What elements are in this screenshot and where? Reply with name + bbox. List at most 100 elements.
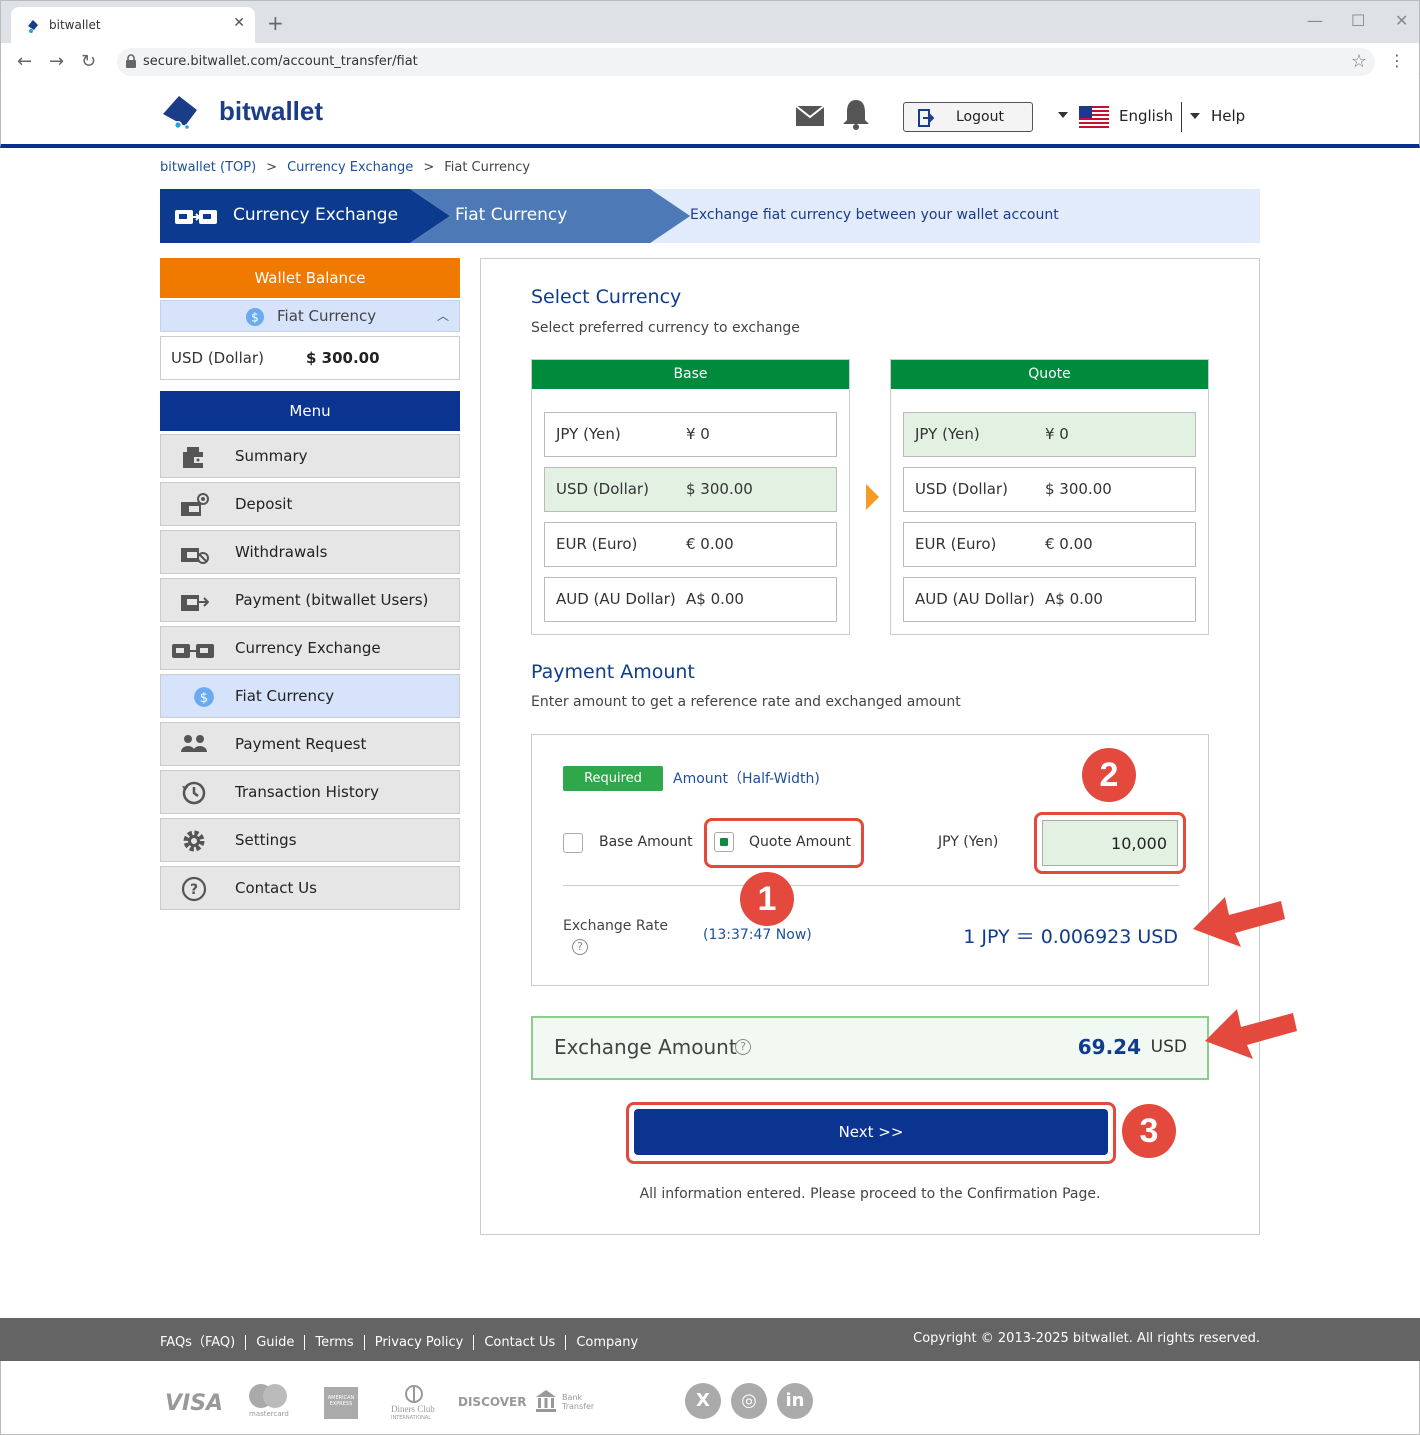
rate-help-icon[interactable]: ? (572, 939, 588, 955)
bitwallet-logo[interactable]: bitwallet (161, 92, 341, 132)
base-row-jpy[interactable]: JPY (Yen) ¥ 0 (544, 412, 837, 457)
chevron-up-icon[interactable]: ︿ (437, 307, 449, 324)
currency-value: € 0.00 (686, 535, 734, 553)
back-icon[interactable]: ← (17, 51, 32, 72)
address-bar[interactable]: secure.bitwallet.com/account_transfer/fi… (117, 48, 1375, 76)
next-button[interactable]: Next >> (634, 1109, 1108, 1155)
help-caret-icon[interactable] (1190, 113, 1200, 119)
browser-tab[interactable]: bitwallet ✕ (11, 7, 255, 43)
breadcrumb-separator: > (266, 160, 278, 175)
instagram-icon[interactable]: ◎ (731, 1383, 767, 1419)
menu-item-contact-us[interactable]: ? Contact Us (160, 866, 460, 910)
footer-link-company[interactable]: Company (566, 1335, 648, 1350)
wallet-balance-row: USD (Dollar) $ 300.00 (160, 336, 460, 380)
base-row-usd[interactable]: USD (Dollar) $ 300.00 (544, 467, 837, 512)
lock-icon (126, 54, 136, 68)
main-panel: Select Currency Select preferred currenc… (480, 258, 1297, 1235)
question-icon: ? (181, 876, 207, 902)
menu-item-withdrawals[interactable]: Withdrawals (160, 530, 460, 574)
base-amount-checkbox[interactable] (563, 833, 583, 853)
payment-methods-bar: VISA mastercard AMERICAN EXPRESS Diners … (0, 1361, 1420, 1435)
browser-menu-icon[interactable]: ⋮ (1389, 51, 1405, 70)
select-currency-subtitle: Select preferred currency to exchange (531, 320, 800, 336)
svg-text:$: $ (251, 311, 259, 325)
reload-icon[interactable]: ↻ (81, 51, 96, 72)
window-close-icon[interactable]: ✕ (1395, 11, 1408, 30)
menu-item-currency-exchange[interactable]: Currency Exchange (160, 626, 460, 670)
menu-item-summary[interactable]: Summary (160, 434, 460, 478)
help-link[interactable]: Help (1211, 107, 1245, 125)
quote-row-aud[interactable]: AUD (AU Dollar) A$ 0.00 (903, 577, 1196, 622)
footer-link-guide[interactable]: Guide (246, 1335, 306, 1350)
footer-link-privacy[interactable]: Privacy Policy (364, 1335, 475, 1350)
maximize-icon[interactable]: ☐ (1351, 11, 1365, 30)
quote-header: Quote (891, 360, 1208, 389)
breadcrumb: bitwallet (TOP) > Currency Exchange > Fiat C… (160, 160, 530, 175)
divider (563, 885, 1179, 886)
footer-link-faq[interactable]: FAQs（FAQ) (160, 1335, 247, 1350)
menu-item-fiat-currency[interactable]: $ Fiat Currency (160, 674, 460, 718)
currency-name: USD (Dollar) (556, 480, 649, 498)
arrow-right-icon (866, 484, 879, 510)
dollar-coin-icon: $ (246, 308, 264, 326)
bank-transfer-logo: Bank Transfer (535, 1389, 605, 1419)
new-tab-icon[interactable]: + (267, 11, 284, 35)
balance-currency: USD (Dollar) (171, 349, 264, 367)
quote-amount-checkbox[interactable] (714, 832, 734, 852)
menu-item-payment-request[interactable]: Payment Request (160, 722, 460, 766)
quote-amount-label[interactable]: Quote Amount (749, 834, 851, 850)
menu-item-payment[interactable]: Payment (bitwallet Users) (160, 578, 460, 622)
minimize-icon[interactable]: — (1307, 11, 1323, 30)
amount-input[interactable] (1042, 820, 1178, 866)
bank-label: Bank (562, 1393, 583, 1402)
linkedin-icon[interactable]: in (777, 1383, 813, 1419)
annotation-arrow-rate (1193, 897, 1285, 947)
logout-button[interactable]: Logout (903, 102, 1033, 132)
menu-item-deposit[interactable]: Deposit (160, 482, 460, 526)
us-flag-icon (1079, 106, 1109, 128)
dollar-coin-icon: $ (194, 687, 214, 707)
menu-item-transaction-history[interactable]: Transaction History (160, 770, 460, 814)
balance-value: $ 300.00 (306, 349, 380, 367)
breadcrumb-exchange-link[interactable]: Currency Exchange (287, 160, 413, 175)
currency-name: EUR (Euro) (915, 535, 997, 553)
wallet-icon (183, 447, 204, 468)
breadcrumb-top-link[interactable]: bitwallet (TOP) (160, 160, 256, 175)
footer-link-contact[interactable]: Contact Us (474, 1335, 567, 1350)
copyright: Copyright © 2013-2025 bitwallet. All rig… (913, 1331, 1260, 1346)
info-message: All information entered. Please proceed … (639, 1186, 1101, 1202)
quote-row-usd[interactable]: USD (Dollar) $ 300.00 (903, 467, 1196, 512)
base-row-aud[interactable]: AUD (AU Dollar) A$ 0.00 (544, 577, 837, 622)
browser-window: bitwallet ✕ + — ☐ ✕ ← → ↻ secure.bitwall… (0, 0, 1420, 81)
x-social-icon[interactable]: X (685, 1383, 721, 1419)
currency-name: JPY (Yen) (556, 425, 621, 443)
footer-links: FAQs（FAQ) Guide Terms Privacy Policy Contact… (160, 1331, 648, 1350)
bank-sub-label: Transfer (562, 1402, 595, 1411)
base-amount-label[interactable]: Base Amount (599, 834, 693, 850)
forward-icon[interactable]: → (49, 51, 64, 72)
wallet-balance-subtitle: Fiat Currency (277, 307, 377, 325)
language-selector[interactable]: English (1119, 107, 1173, 125)
svg-text:?: ? (190, 882, 198, 898)
exchange-help-icon[interactable]: ? (735, 1039, 751, 1055)
visa-logo: VISA (165, 1391, 224, 1416)
menu-label: Currency Exchange (235, 639, 381, 657)
tab-bar: bitwallet ✕ + — ☐ ✕ (1, 1, 1419, 43)
footer-link-terms[interactable]: Terms (305, 1335, 365, 1350)
quote-row-eur[interactable]: EUR (Euro) € 0.00 (903, 522, 1196, 567)
language-caret-icon[interactable] (1058, 112, 1068, 118)
base-row-eur[interactable]: EUR (Euro) € 0.00 (544, 522, 837, 567)
wallet-balance-toggle[interactable]: $ Fiat Currency ︿ (160, 300, 460, 332)
amount-currency-label: JPY (Yen) (938, 834, 999, 850)
bookmark-star-icon[interactable]: ☆ (1351, 51, 1367, 72)
mail-icon[interactable] (796, 106, 824, 126)
footer: FAQs（FAQ) Guide Terms Privacy Policy Contact… (0, 1318, 1420, 1361)
bitwallet-logo-icon (163, 96, 197, 130)
menu-item-settings[interactable]: Settings (160, 818, 460, 862)
banner-step1-label: Currency Exchange (233, 205, 399, 225)
bell-icon[interactable] (841, 98, 871, 130)
quote-row-jpy[interactable]: JPY (Yen) ¥ 0 (903, 412, 1196, 457)
menu-title: Menu (160, 391, 460, 431)
diners-label: Diners Club (391, 1404, 435, 1414)
tab-close-icon[interactable]: ✕ (233, 15, 245, 31)
